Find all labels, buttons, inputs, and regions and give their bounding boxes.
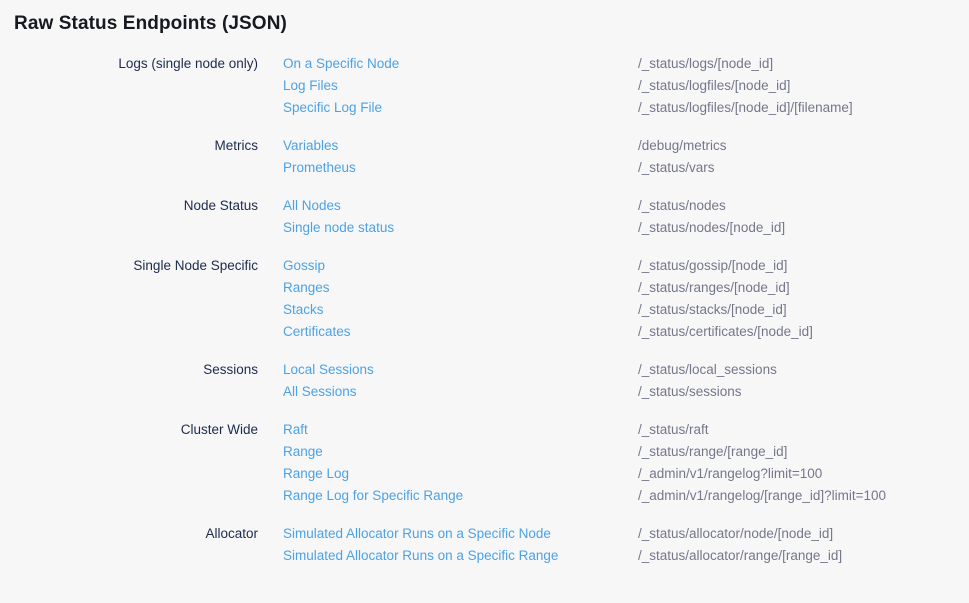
endpoint-path: /_status/raft bbox=[638, 422, 709, 437]
endpoint-path: /_admin/v1/rangelog?limit=100 bbox=[638, 466, 822, 481]
endpoint-row: Simulated Allocator Runs on a Specific R… bbox=[0, 544, 969, 566]
endpoint-section: Allocator Simulated Allocator Runs on a … bbox=[0, 522, 969, 566]
endpoint-link[interactable]: All Nodes bbox=[283, 198, 638, 213]
endpoint-link[interactable]: Specific Log File bbox=[283, 100, 638, 115]
endpoint-row: Cluster Wide Raft /_status/raft bbox=[0, 418, 969, 440]
endpoint-row: Single Node Specific Gossip /_status/gos… bbox=[0, 254, 969, 276]
endpoint-link[interactable]: Range Log for Specific Range bbox=[283, 488, 638, 503]
endpoint-link[interactable]: Prometheus bbox=[283, 160, 638, 175]
endpoint-link[interactable]: On a Specific Node bbox=[283, 56, 638, 71]
endpoint-path: /_status/nodes bbox=[638, 198, 726, 213]
endpoint-section: Logs (single node only) On a Specific No… bbox=[0, 52, 969, 118]
endpoint-path: /_status/allocator/node/[node_id] bbox=[638, 526, 833, 541]
endpoint-section: Cluster Wide Raft /_status/raft Range /_… bbox=[0, 418, 969, 506]
endpoint-path: /_status/ranges/[node_id] bbox=[638, 280, 790, 295]
endpoint-row: All Sessions /_status/sessions bbox=[0, 380, 969, 402]
page-title: Raw Status Endpoints (JSON) bbox=[14, 13, 969, 35]
endpoint-path: /_status/certificates/[node_id] bbox=[638, 324, 813, 339]
endpoint-link[interactable]: Stacks bbox=[283, 302, 638, 317]
endpoint-row: Single node status /_status/nodes/[node_… bbox=[0, 216, 969, 238]
endpoint-link[interactable]: Certificates bbox=[283, 324, 638, 339]
endpoint-section: Node Status All Nodes /_status/nodes Sin… bbox=[0, 194, 969, 238]
endpoint-path: /_status/nodes/[node_id] bbox=[638, 220, 785, 235]
category-label: Metrics bbox=[0, 138, 258, 153]
endpoint-path: /_status/logs/[node_id] bbox=[638, 56, 773, 71]
endpoint-section: Sessions Local Sessions /_status/local_s… bbox=[0, 358, 969, 402]
endpoint-link[interactable]: Gossip bbox=[283, 258, 638, 273]
endpoint-row: Range Log for Specific Range /_admin/v1/… bbox=[0, 484, 969, 506]
endpoint-link[interactable]: All Sessions bbox=[283, 384, 638, 399]
endpoint-path: /_status/local_sessions bbox=[638, 362, 777, 377]
endpoint-path: /_admin/v1/rangelog/[range_id]?limit=100 bbox=[638, 488, 886, 503]
endpoint-row: Range Log /_admin/v1/rangelog?limit=100 bbox=[0, 462, 969, 484]
endpoint-link[interactable]: Simulated Allocator Runs on a Specific R… bbox=[283, 548, 638, 563]
category-label: Allocator bbox=[0, 526, 258, 541]
category-label: Cluster Wide bbox=[0, 422, 258, 437]
endpoint-row: Certificates /_status/certificates/[node… bbox=[0, 320, 969, 342]
endpoint-link[interactable]: Ranges bbox=[283, 280, 638, 295]
endpoint-path: /_status/logfiles/[node_id] bbox=[638, 78, 790, 93]
endpoint-path: /_status/gossip/[node_id] bbox=[638, 258, 787, 273]
endpoint-link[interactable]: Range bbox=[283, 444, 638, 459]
endpoint-row: Metrics Variables /debug/metrics bbox=[0, 134, 969, 156]
endpoint-link[interactable]: Raft bbox=[283, 422, 638, 437]
endpoint-link[interactable]: Single node status bbox=[283, 220, 638, 235]
endpoint-row: Prometheus /_status/vars bbox=[0, 156, 969, 178]
endpoint-row: Log Files /_status/logfiles/[node_id] bbox=[0, 74, 969, 96]
endpoint-section: Single Node Specific Gossip /_status/gos… bbox=[0, 254, 969, 342]
endpoint-path: /_status/stacks/[node_id] bbox=[638, 302, 787, 317]
endpoint-link[interactable]: Local Sessions bbox=[283, 362, 638, 377]
endpoint-path: /_status/vars bbox=[638, 160, 715, 175]
endpoint-path: /_status/logfiles/[node_id]/[filename] bbox=[638, 100, 853, 115]
endpoint-row: Range /_status/range/[range_id] bbox=[0, 440, 969, 462]
endpoint-path: /_status/sessions bbox=[638, 384, 742, 399]
category-label: Logs (single node only) bbox=[0, 56, 258, 71]
endpoint-link[interactable]: Variables bbox=[283, 138, 638, 153]
endpoint-section: Metrics Variables /debug/metrics Prometh… bbox=[0, 134, 969, 178]
endpoint-row: Allocator Simulated Allocator Runs on a … bbox=[0, 522, 969, 544]
category-label: Node Status bbox=[0, 198, 258, 213]
endpoint-row: Stacks /_status/stacks/[node_id] bbox=[0, 298, 969, 320]
endpoints-table: Logs (single node only) On a Specific No… bbox=[0, 52, 969, 582]
endpoint-link[interactable]: Log Files bbox=[283, 78, 638, 93]
endpoint-path: /debug/metrics bbox=[638, 138, 727, 153]
category-label: Single Node Specific bbox=[0, 258, 258, 273]
endpoint-path: /_status/allocator/range/[range_id] bbox=[638, 548, 842, 563]
endpoint-row: Logs (single node only) On a Specific No… bbox=[0, 52, 969, 74]
endpoint-row: Node Status All Nodes /_status/nodes bbox=[0, 194, 969, 216]
endpoint-link[interactable]: Range Log bbox=[283, 466, 638, 481]
endpoint-row: Ranges /_status/ranges/[node_id] bbox=[0, 276, 969, 298]
endpoint-path: /_status/range/[range_id] bbox=[638, 444, 787, 459]
endpoint-link[interactable]: Simulated Allocator Runs on a Specific N… bbox=[283, 526, 638, 541]
endpoint-row: Sessions Local Sessions /_status/local_s… bbox=[0, 358, 969, 380]
endpoint-row: Specific Log File /_status/logfiles/[nod… bbox=[0, 96, 969, 118]
category-label: Sessions bbox=[0, 362, 258, 377]
